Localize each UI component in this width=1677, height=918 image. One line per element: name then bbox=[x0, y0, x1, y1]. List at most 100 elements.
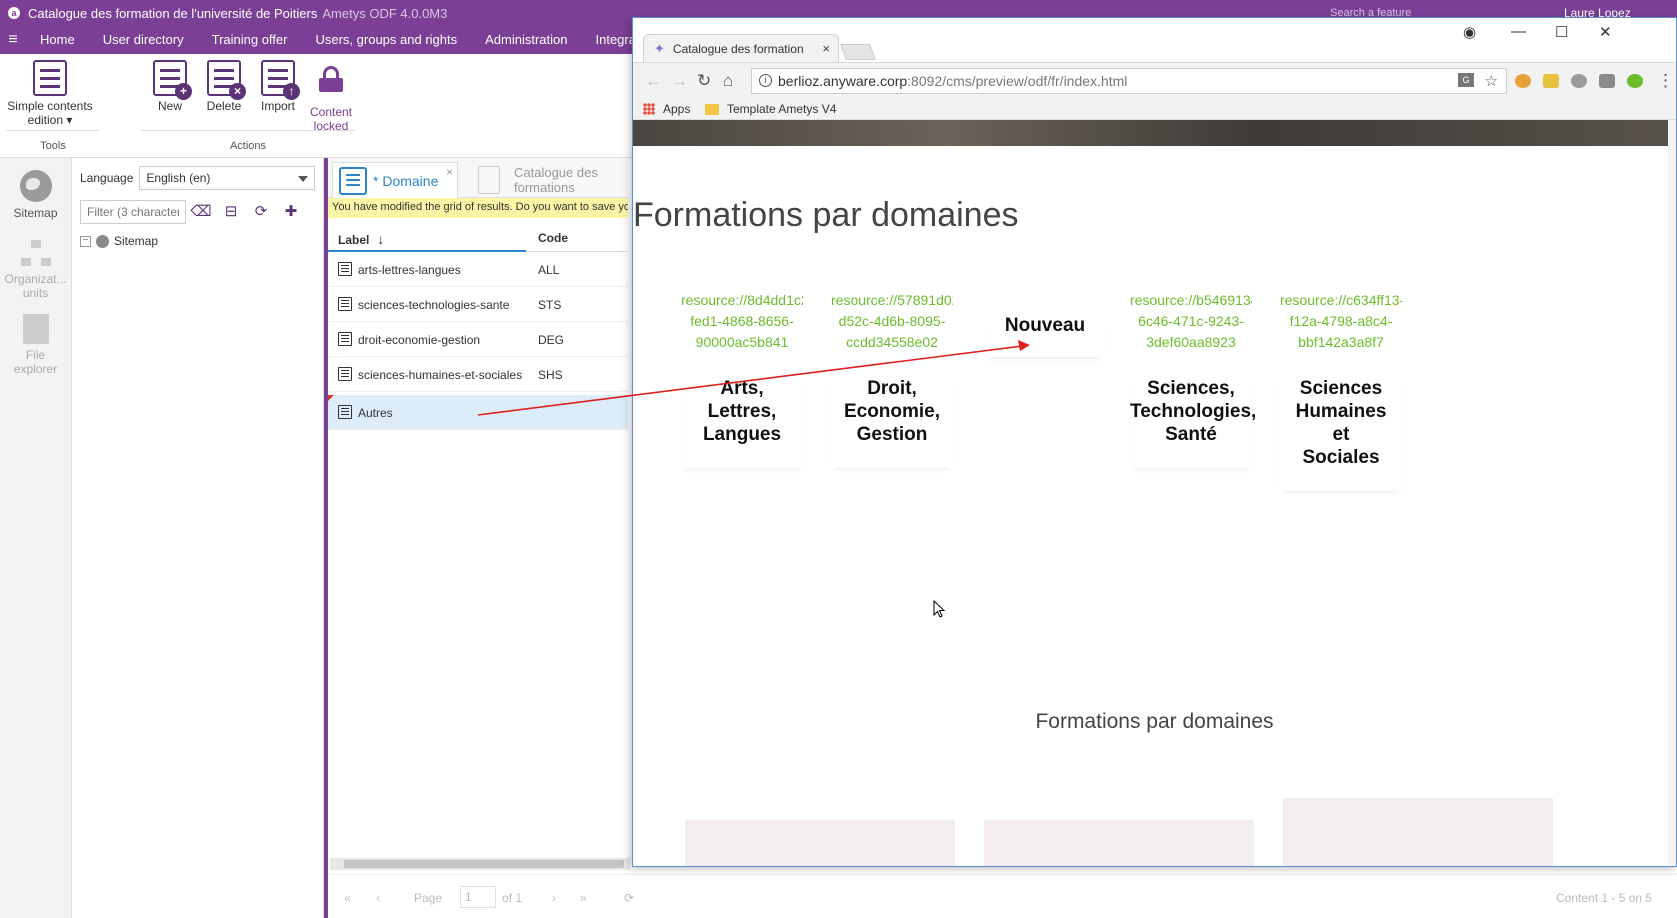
back-icon[interactable]: ← bbox=[645, 71, 662, 91]
card-title-line: Humaines bbox=[1295, 401, 1387, 422]
first-page-icon[interactable]: « bbox=[344, 891, 351, 905]
sort-down-icon: ↓ bbox=[377, 231, 385, 247]
table-row[interactable]: arts-lettres-langues ALL bbox=[328, 252, 628, 287]
formation-tile[interactable] bbox=[685, 820, 955, 866]
collapse-toggle-icon[interactable]: − bbox=[80, 235, 91, 247]
prev-page-icon[interactable]: ‹ bbox=[376, 891, 380, 905]
delete-content-icon: × bbox=[207, 60, 246, 100]
card-resource: bbf142a3a8f7 bbox=[1298, 334, 1384, 350]
home-icon[interactable]: ⌂ bbox=[723, 71, 733, 91]
refresh-icon[interactable]: ⟳ bbox=[252, 202, 270, 220]
more-menu-icon[interactable]: ⋮ bbox=[1657, 71, 1674, 91]
menu-users-groups-rights[interactable]: Users, groups and rights bbox=[301, 26, 471, 54]
translate-icon[interactable]: G bbox=[1458, 73, 1474, 87]
menu-training-offer[interactable]: Training offer bbox=[198, 26, 302, 54]
close-window-icon[interactable]: ✕ bbox=[1599, 23, 1612, 41]
scroll-thumb[interactable] bbox=[344, 860, 624, 868]
info-icon[interactable]: i bbox=[759, 74, 772, 87]
close-tab-icon[interactable]: × bbox=[822, 41, 830, 56]
domain-card[interactable]: resource://8d4dd1c2- fed1-4868-8656- 900… bbox=[681, 290, 803, 468]
tools-separator bbox=[6, 130, 100, 131]
extension-icon[interactable] bbox=[1515, 74, 1531, 88]
content-locked-button[interactable]: Content locked bbox=[306, 60, 356, 133]
extension-ruler-icon[interactable] bbox=[1543, 74, 1559, 88]
card-resource: resource://8d4dd1c2- bbox=[681, 292, 803, 308]
bookmark-star-icon[interactable]: ☆ bbox=[1485, 72, 1498, 90]
rail-organization-units[interactable]: Organizat... units bbox=[0, 240, 71, 300]
table-row[interactable]: droit-economie-gestion DEG bbox=[328, 322, 628, 357]
simple-contents-label: Simple contents bbox=[7, 99, 93, 113]
row-label: sciences-humaines-et-sociales bbox=[358, 368, 523, 382]
sitemap-filter-input[interactable] bbox=[80, 200, 186, 224]
nouveau-card[interactable]: Nouveau bbox=[985, 315, 1105, 357]
card-resource: f12a-4798-a8c4- bbox=[1289, 313, 1393, 329]
import-button[interactable]: ↑ Import bbox=[256, 60, 300, 113]
modified-marker bbox=[328, 395, 334, 401]
grid-header: Label ↓ Code bbox=[328, 222, 628, 252]
menu-user-directory[interactable]: User directory bbox=[89, 26, 198, 54]
extension-bird-icon[interactable] bbox=[1627, 74, 1643, 88]
card-title-line: Santé bbox=[1165, 424, 1217, 445]
menu-home[interactable]: Home bbox=[26, 26, 89, 54]
new-tab-button[interactable] bbox=[840, 44, 876, 60]
card-resource: 3def60aa8923 bbox=[1146, 334, 1236, 350]
next-page-icon[interactable]: › bbox=[552, 891, 556, 905]
simple-contents-edition-button[interactable]: Simple contents edition ▾ bbox=[6, 60, 94, 127]
plugin-icon[interactable]: ✚ bbox=[282, 202, 300, 220]
table-row[interactable]: sciences-humaines-et-sociales SHS bbox=[328, 357, 628, 392]
card-title-line: et bbox=[1332, 424, 1350, 445]
table-row[interactable]: sciences-technologies-sante STS bbox=[328, 287, 628, 322]
rail-file-explorer[interactable]: File explorer bbox=[0, 314, 71, 376]
org-chart-icon bbox=[20, 240, 51, 268]
language-select[interactable]: English (en) bbox=[139, 166, 316, 190]
card-resource: resource://c634ff13- bbox=[1280, 292, 1402, 308]
minimize-icon[interactable]: — bbox=[1511, 23, 1526, 40]
card-title: Droit, Economie, Gestion bbox=[831, 377, 953, 468]
grid-horizontal-scrollbar[interactable] bbox=[330, 858, 630, 870]
card-title: Sciences, Technologies, Santé bbox=[1130, 377, 1256, 468]
row-label: arts-lettres-langues bbox=[358, 263, 461, 277]
formation-tile[interactable] bbox=[984, 820, 1254, 866]
domain-card[interactable]: resource://b5469134- 6c46-471c-9243- 3de… bbox=[1130, 290, 1256, 468]
eraser-icon[interactable]: ⌫ bbox=[190, 202, 211, 220]
forward-icon[interactable]: → bbox=[671, 71, 688, 91]
maximize-icon[interactable]: ☐ bbox=[1555, 23, 1568, 41]
domain-card[interactable]: resource://c634ff13- f12a-4798-a8c4- bbf… bbox=[1280, 290, 1402, 491]
refresh-icon[interactable]: ⟳ bbox=[624, 891, 634, 905]
extension-recycle-icon[interactable] bbox=[1571, 74, 1587, 88]
browser-tab[interactable]: ✦ Catalogue des formation × bbox=[643, 34, 839, 62]
page-number-input[interactable] bbox=[460, 886, 496, 908]
close-icon[interactable]: × bbox=[446, 165, 453, 179]
browser-vertical-scrollbar[interactable] bbox=[1668, 120, 1676, 866]
rail-sitemap-label: Sitemap bbox=[13, 206, 58, 220]
new-content-icon: + bbox=[153, 60, 192, 100]
card-resource: d52c-4d6b-8095- bbox=[838, 313, 946, 329]
bookmark-apps[interactable]: Apps bbox=[643, 102, 690, 116]
import-content-icon: ↑ bbox=[261, 60, 300, 100]
language-value: English (en) bbox=[146, 171, 211, 185]
hamburger-menu-icon[interactable]: ≡ bbox=[0, 31, 26, 49]
content-icon bbox=[338, 297, 352, 311]
cast-icon[interactable] bbox=[1599, 74, 1615, 88]
tab-domaine[interactable]: * Domaine × bbox=[332, 162, 458, 198]
tab-catalogue[interactable]: Catalogue des formations bbox=[478, 162, 628, 198]
profile-icon[interactable]: ◉ bbox=[1463, 23, 1476, 41]
bookmark-template[interactable]: Template Ametys V4 bbox=[705, 102, 836, 116]
sitemap-tree-root[interactable]: − Sitemap bbox=[80, 234, 158, 248]
formation-tile[interactable] bbox=[1283, 798, 1553, 866]
globe-icon bbox=[96, 234, 109, 248]
card-title-line: Gestion bbox=[856, 424, 928, 445]
domain-card[interactable]: resource://57891d02- d52c-4d6b-8095- ccd… bbox=[831, 290, 953, 468]
last-page-icon[interactable]: » bbox=[580, 891, 587, 905]
rail-sitemap[interactable]: Sitemap bbox=[0, 170, 71, 220]
card-title-line: Lettres, bbox=[707, 401, 777, 422]
table-row-selected[interactable]: Autres bbox=[328, 395, 628, 430]
address-bar[interactable]: i berlioz.anyware.corp:8092/cms/preview/… bbox=[751, 68, 1507, 94]
column-code-header[interactable]: Code bbox=[538, 231, 568, 245]
collapse-all-icon[interactable]: ⊟ bbox=[222, 202, 240, 220]
reload-icon[interactable]: ↻ bbox=[697, 71, 711, 91]
delete-button[interactable]: × Delete bbox=[204, 60, 246, 113]
menu-administration[interactable]: Administration bbox=[471, 26, 581, 54]
new-button[interactable]: + New bbox=[150, 60, 192, 113]
column-label-header[interactable]: Label ↓ bbox=[338, 231, 384, 247]
